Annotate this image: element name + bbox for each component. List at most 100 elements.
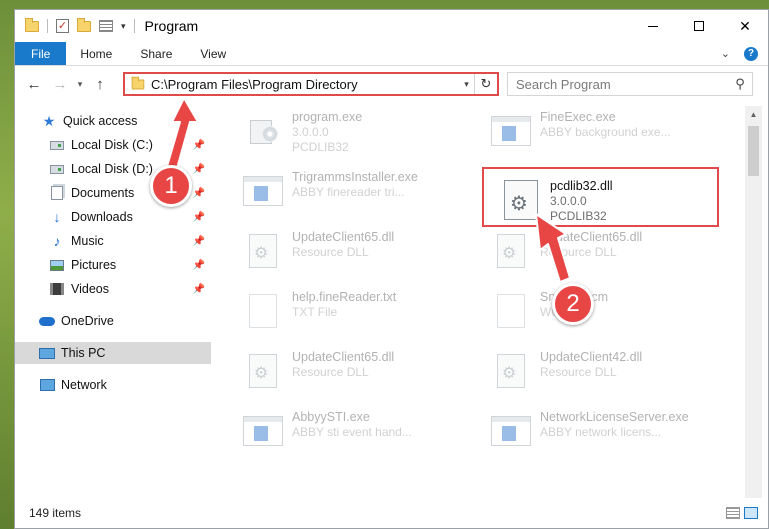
search-icon[interactable]: ⚲ [728,76,752,92]
sidebar-item-label: Music [71,234,104,248]
minimize-icon [648,25,658,27]
disk-icon [49,161,65,177]
sidebar-item-label: OneDrive [61,314,114,328]
back-button[interactable]: ← [21,73,47,95]
help-icon[interactable]: ? [744,46,758,61]
sidebar-item-local-disk-c[interactable]: Local Disk (C:) 📌 [15,134,211,156]
dll-icon: ⚙ [242,230,284,272]
list-item[interactable]: ⚙ UpdateClient65.dll Resource DLL [490,230,726,284]
sidebar-item-label: This PC [61,346,106,360]
sidebar-item-network[interactable]: Network [15,374,211,396]
pictures-icon [49,257,65,273]
setup-icon [242,110,284,152]
file-description: ABBY sti event hand... [292,425,412,439]
tab-home[interactable]: Home [66,42,126,65]
details-view-icon[interactable] [726,507,740,519]
pin-icon[interactable]: 📌 [193,284,205,295]
annotation-badge-2: 2 [552,283,594,325]
exe-icon [490,110,532,152]
list-item[interactable]: ⚙ UpdateClient65.dll Resource DLL [242,350,478,404]
customize-icon[interactable] [99,20,113,32]
file-description: Resource DLL [540,245,617,259]
minimize-button[interactable] [630,10,676,42]
list-item[interactable]: Snc...5.wcm WCM... [490,290,726,344]
file-name: UpdateClient65.dll [540,230,643,244]
scroll-up-icon[interactable]: ▲ [745,106,762,123]
up-button[interactable]: ↑ [87,73,113,95]
close-button[interactable]: ✕ [722,10,768,42]
pin-icon[interactable]: 📌 [193,212,205,223]
address-dropdown-icon[interactable]: ▾ [459,74,475,94]
folder-icon [25,17,39,32]
file-version: 3.0.0.0 [292,125,329,139]
sidebar-item-this-pc[interactable]: This PC [15,342,211,364]
sidebar-item-videos[interactable]: Videos 📌 [15,278,211,300]
pin-icon[interactable]: 📌 [193,188,205,199]
folder-icon [131,76,145,89]
maximize-icon [694,21,704,31]
list-item[interactable]: AbbyySTI.exe ABBY sti event hand... [242,410,478,464]
window-title: Program [144,18,199,34]
dll-icon: ⚙ [490,230,532,272]
list-item[interactable]: ⚙ UpdateClient65.dll Resource DLL [242,230,478,284]
sidebar-item-pictures[interactable]: Pictures 📌 [15,254,211,276]
computer-icon [39,345,55,361]
file-name: program.exe [292,110,363,124]
pin-icon[interactable]: 📌 [193,164,205,175]
navigation-pane: ★ Quick access Local Disk (C:) 📌 Local D… [15,106,211,496]
download-icon: ↓ [53,209,61,225]
videos-icon [49,281,65,297]
scroll-thumb[interactable] [748,126,759,176]
pin-icon[interactable]: 📌 [193,140,205,151]
file-description: ABBY network licens... [540,425,662,439]
list-item[interactable]: FineExec.exe ABBY background exe... [490,110,726,164]
search-input[interactable] [516,76,728,92]
exe-icon [242,410,284,452]
pin-icon[interactable]: 📌 [193,260,205,271]
pin-icon[interactable]: 📌 [193,236,205,247]
refresh-icon[interactable]: ↻ [475,76,497,92]
sidebar-item-label: Quick access [63,114,138,128]
list-item[interactable]: TrigrammsInstaller.exe ABBY finereader t… [242,170,478,224]
quick-access-toolbar: ✓ ▾ [15,17,135,33]
tab-file[interactable]: File [15,42,67,65]
ribbon-tabs: File Home Share View ⌄ ? [15,42,768,66]
annotation-badge-1: 1 [150,165,192,207]
text-file-icon [490,290,532,332]
properties-check-icon[interactable]: ✓ [56,19,69,33]
tab-share[interactable]: Share [126,42,186,65]
list-item[interactable]: program.exe 3.0.0.0 PCDLIB32 [242,110,478,164]
list-item[interactable]: ⚙ UpdateClient42.dll Resource DLL [490,350,726,404]
star-icon: ★ [42,112,56,129]
file-company: PCDLIB32 [292,140,349,154]
forward-button[interactable]: → [47,73,73,95]
recent-locations-button[interactable]: ▾ [73,73,87,95]
sidebar-item-quick-access[interactable]: ★ Quick access [15,110,211,132]
tiles-view-icon[interactable] [744,507,758,519]
list-item[interactable]: help.fineReader.txt TXT File [242,290,478,344]
new-folder-icon[interactable] [77,17,91,32]
file-name: FineExec.exe [540,110,616,124]
expand-ribbon-icon[interactable]: ⌄ [721,47,730,60]
list-item[interactable]: NetworkLicenseServer.exe ABBY network li… [490,410,726,464]
file-list: program.exe 3.0.0.0 PCDLIB32 FineExec.ex… [220,106,750,498]
music-icon: ♪ [53,233,61,249]
tab-view[interactable]: View [186,42,240,65]
sidebar-item-music[interactable]: ♪ Music 📌 [15,230,211,252]
search-box[interactable]: ⚲ [507,72,753,96]
toolbar-dropdown-icon[interactable]: ▾ [121,21,126,32]
window-controls: ✕ [630,10,768,42]
sidebar-item-onedrive[interactable]: OneDrive [15,310,211,332]
address-path[interactable]: C:\Program Files\Program Directory [151,77,459,92]
file-name: UpdateClient42.dll [540,350,643,364]
address-bar[interactable]: C:\Program Files\Program Directory ▾ ↻ [123,72,499,96]
sidebar-item-downloads[interactable]: ↓ Downloads 📌 [15,206,211,228]
maximize-button[interactable] [676,10,722,42]
file-description: ABBY finereader tri... [292,185,405,199]
vertical-scrollbar[interactable]: ▲ [745,106,762,498]
exe-icon [490,410,532,452]
dll-icon: ⚙ [242,350,284,392]
status-bar: 149 items [15,498,768,528]
file-name: TrigrammsInstaller.exe [292,170,418,184]
file-name: help.fineReader.txt [292,290,397,304]
